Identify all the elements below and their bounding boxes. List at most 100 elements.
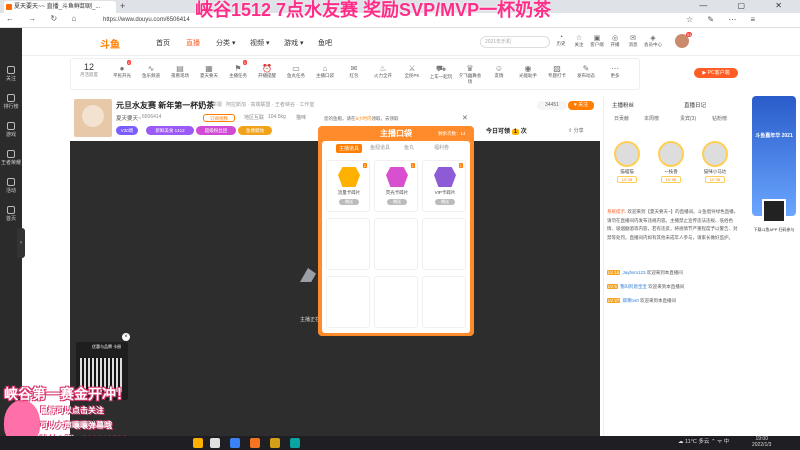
strip-item[interactable]: ◉ 光能助手 — [516, 64, 540, 79]
app-icon[interactable] — [270, 438, 280, 448]
qr-title: 优惠与品牌 卡册 — [92, 344, 122, 349]
tab-anchor-props[interactable]: 主播道具 — [336, 144, 363, 153]
nav-game[interactable]: 游戏 ▾ — [284, 38, 303, 48]
gift-slot[interactable]: 1 VIP卡碎片 赠送 — [422, 160, 466, 212]
nav-home[interactable]: 首页 — [156, 38, 170, 48]
carnival-ad-banner[interactable] — [752, 96, 796, 216]
header-broadcast[interactable]: ◎ 开播 — [606, 34, 624, 48]
rank-item[interactable]: 猫喵猫 LV 28 — [612, 141, 642, 183]
gift-slot — [422, 218, 466, 270]
strip-item[interactable]: ☺ 友情 — [487, 64, 511, 79]
header-vip[interactable]: ◈ 会员中心 — [644, 34, 662, 48]
header-client[interactable]: ▣ 客户端 — [588, 34, 606, 48]
strip-item[interactable]: ▭ 鱼丸任务 — [284, 64, 308, 79]
browser-tab[interactable]: 夏天要天~~ 直播_斗鱼鲜卸剧_... — [4, 1, 116, 13]
strip-label: 专题打卡 — [548, 73, 566, 78]
fans-pill[interactable]: 新鲜美食 1412 — [146, 126, 194, 135]
strip-label: 光能助手 — [519, 73, 537, 78]
tab-anchor-fans[interactable]: 主播粉丝 — [612, 101, 634, 109]
strip-item[interactable]: ♛ 夕飞幽舞会场 — [458, 64, 482, 85]
gift-send-button[interactable]: 赠送 — [435, 199, 455, 205]
gift-slot[interactable]: 2 流量卡碎片 赠送 — [326, 160, 370, 212]
sidebar-item-follow[interactable]: 关注 — [0, 66, 22, 82]
window-controls[interactable]: — ▢ ✕ — [699, 1, 796, 10]
pc-client-button[interactable]: ▶ PC客户端 — [694, 68, 738, 78]
rank-item[interactable]: 猫咪小马达 LV 26 — [700, 141, 730, 183]
superfan-pill[interactable]: 超级粉丝团 — [196, 126, 236, 135]
header-history[interactable]: ◔ 历史 — [552, 34, 570, 47]
gift-send-button[interactable]: 赠送 — [387, 199, 407, 205]
subscribe-video-button[interactable]: 订阅视频 — [203, 114, 235, 122]
nav-live[interactable]: 直播 — [186, 38, 200, 48]
douyu-logo[interactable]: 斗鱼 — [100, 36, 120, 51]
nav-fishbar[interactable]: 鱼吧 — [318, 38, 332, 48]
star-icon: ☆ — [575, 35, 583, 42]
follow-button[interactable]: ♥ 关注 — [568, 101, 594, 110]
sidebar-item-activity[interactable]: 活动 — [0, 178, 22, 194]
strip-badge: 1 — [242, 60, 247, 65]
browser-nav-buttons[interactable]: ← → ↻ ⌂ — [6, 14, 82, 23]
strip-icon: ☺ — [494, 64, 504, 73]
system-tray[interactable]: ☁ 11°C 多云 ⌃ ᯤ 中 — [678, 437, 729, 445]
gift-name: 流量卡碎片 — [337, 190, 361, 195]
nav-category[interactable]: 分类 ▾ — [216, 38, 235, 48]
strip-item[interactable]: ∿ 鱼乐频道 — [139, 64, 163, 79]
strip-item[interactable]: ♨ 火力全开 — [371, 64, 395, 79]
nav-video[interactable]: 视频 ▾ — [250, 38, 269, 48]
strip-item[interactable]: ⌂ 主播口袋 — [313, 64, 337, 79]
app-icon[interactable] — [250, 438, 260, 448]
strip-item[interactable]: ⚑ 主播任务 1 — [226, 60, 250, 79]
clock[interactable]: 19:00 2022/1/3 — [752, 436, 771, 448]
subtab-vip[interactable]: 贵宾(3) — [680, 115, 696, 122]
report-link[interactable]: 举报 — [212, 101, 222, 108]
gift-send-button[interactable]: 赠送 — [339, 199, 359, 205]
app-icon[interactable] — [210, 438, 220, 448]
tab-fin-props[interactable]: 鱼翅道具 — [370, 144, 390, 151]
anchor-name[interactable]: 夏天要天~ — [116, 114, 141, 122]
sidebar-item-honor[interactable]: 王者荣耀 — [0, 150, 22, 166]
sidebar-item-game[interactable]: 游戏 — [0, 122, 22, 138]
new-tab-button[interactable]: + — [120, 1, 125, 11]
edge-icon[interactable] — [290, 438, 300, 448]
header-messages[interactable]: ✉ 消息 — [624, 34, 642, 48]
stream-overlay-title: 峡谷1512 7点水友赛 奖励SVP/MVP一杯奶茶 — [195, 0, 552, 20]
app-icon[interactable] — [230, 438, 240, 448]
popup-close-icon[interactable]: ✕ — [462, 114, 468, 122]
header-follow[interactable]: ☆ 关注 — [570, 34, 588, 48]
strip-item[interactable]: ⋯ 更多 — [603, 64, 627, 79]
rank-avatar — [614, 141, 640, 167]
strip-item[interactable]: ⏰ 开播提醒 — [255, 64, 279, 79]
strip-item[interactable]: ✎ 发布动态 — [574, 64, 598, 79]
chat-message: LV 6 我叫阿恩宝宝 欢迎来到本直播间 — [607, 284, 685, 289]
browser-toolbar-icons[interactable]: ☆ ✎ ⋯ ≡ — [686, 15, 761, 24]
strip-item[interactable]: ⚔ 全民PK — [400, 64, 424, 79]
share-button[interactable]: ⇪ 分享 — [568, 127, 584, 134]
strip-icon: ⛟ — [435, 64, 447, 73]
file-explorer-icon[interactable] — [193, 438, 203, 448]
tab-coupon[interactable]: 福利卷 — [434, 144, 449, 151]
sidebar-toggle-button[interactable]: › — [17, 228, 25, 258]
strip-item[interactable]: ✉ 红包 — [342, 64, 366, 79]
gift-slot[interactable]: 1 荧光卡碎片 赠送 — [374, 160, 418, 212]
sidebar-item-rank[interactable]: 排行榜 — [0, 94, 22, 110]
sidebar-item-home[interactable]: 首页 — [0, 206, 22, 222]
anchor-avatar[interactable] — [74, 99, 112, 137]
strip-item[interactable]: ● 平民开光 2 — [110, 60, 134, 79]
strip-item[interactable]: ⛟ 上车一起玩 — [429, 64, 453, 80]
search-input[interactable]: 2021年乐机 — [480, 36, 550, 48]
rank-item[interactable]: 一枝香 LV 96 — [656, 141, 686, 183]
strip-label: 主播口袋 — [316, 73, 334, 78]
today-claim[interactable]: 今日可领 1 次 — [486, 126, 527, 135]
qr-close-icon[interactable]: × — [122, 333, 130, 341]
subtab-diamond[interactable]: 钻粉榜 — [712, 115, 727, 122]
subtab-daily[interactable]: 日贡献 — [614, 115, 629, 122]
gift-slot — [326, 276, 370, 328]
subtab-weekly[interactable]: 本周榜 — [644, 115, 659, 122]
strip-item[interactable]: ▧ 专题打卡 — [545, 64, 569, 79]
candle-pill[interactable]: 鱼塘蜡烛 — [238, 126, 272, 135]
tab-live-diary[interactable]: 直播日记 — [684, 101, 706, 109]
level-pill[interactable]: V30周 — [116, 126, 138, 135]
tab-fishball[interactable]: 鱼丸 — [404, 144, 414, 151]
strip-item[interactable]: ▦ 夏天要天 — [197, 64, 221, 79]
strip-item[interactable]: ▤ 夜看现场 — [168, 64, 192, 79]
